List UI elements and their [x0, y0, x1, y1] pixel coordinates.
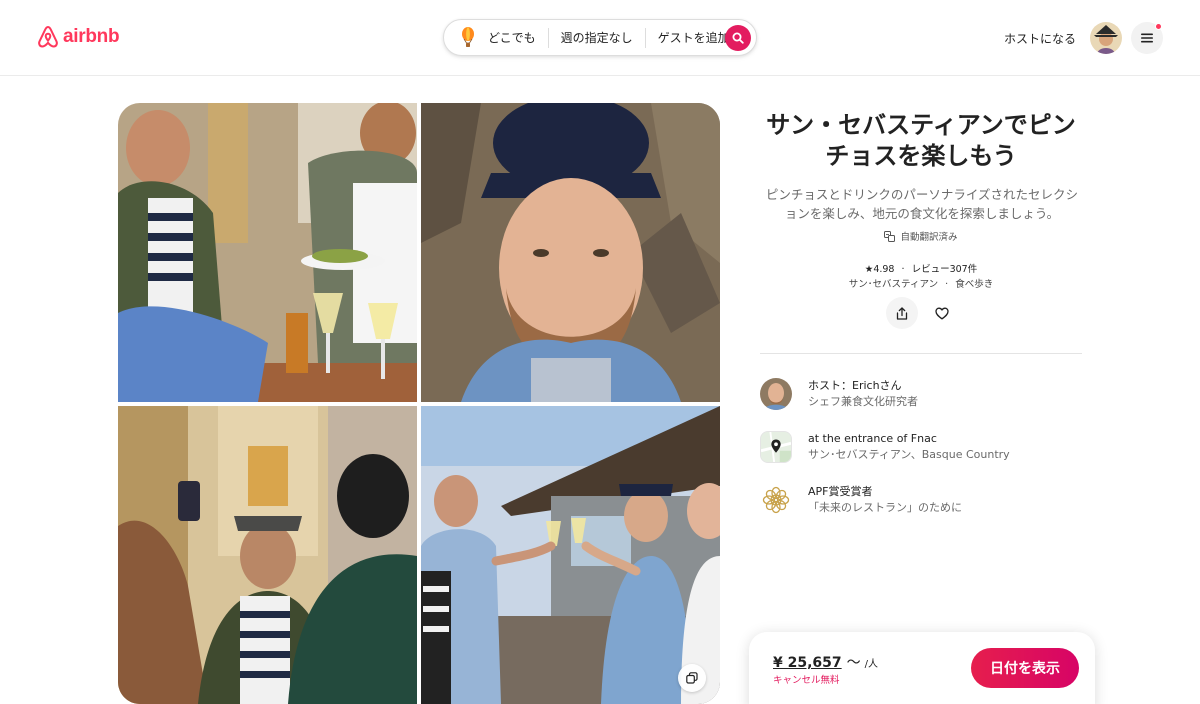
show-dates-button[interactable]: 日付を表示: [971, 648, 1079, 688]
photo-host-on-old-town-street[interactable]: [118, 406, 417, 704]
save-wishlist-button[interactable]: [926, 297, 958, 329]
price-display: ¥ 25,657 〜 /人: [773, 652, 878, 672]
award-emblem-icon: [760, 484, 792, 516]
host-avatar: [760, 378, 792, 410]
meeting-point-row[interactable]: at the entrance of Fnac サン･セバスティアン、Basqu…: [760, 431, 1100, 463]
price-amount[interactable]: ¥ 25,657: [773, 655, 842, 671]
host-role: シェフ兼食文化研究者: [808, 395, 918, 408]
review-count-link[interactable]: レビュー307件: [912, 264, 978, 275]
hot-air-balloon-icon: [458, 26, 478, 50]
auto-translated-notice[interactable]: 自動翻訳済み: [760, 229, 1082, 243]
map-pin-icon: [761, 432, 791, 462]
section-divider: [760, 353, 1082, 354]
rating-value: ★4.98: [864, 264, 895, 275]
auto-translated-label: 自動翻訳済み: [900, 232, 958, 243]
search-when[interactable]: 週の指定なし: [549, 29, 645, 46]
logo-text: airbnb: [63, 26, 120, 47]
meeting-point-name: at the entrance of Fnac: [808, 432, 937, 445]
location-separator: ·: [945, 279, 949, 290]
meeting-point-region: サン･セバスティアン、Basque Country: [808, 448, 1010, 461]
price-range-tilde: 〜: [846, 655, 861, 671]
search-where[interactable]: どこでも: [488, 29, 548, 46]
free-cancellation-label: キャンセル無料: [773, 675, 840, 686]
top-navigation: airbnb どこでも 週の指定なし ゲストを追加 ホストになる: [0, 0, 1200, 76]
share-icon: [896, 306, 908, 320]
heart-icon: [935, 307, 949, 319]
photo-group-toast[interactable]: [421, 406, 720, 704]
user-avatar[interactable]: [1090, 22, 1122, 54]
hamburger-icon: [1141, 33, 1153, 43]
award-row[interactable]: APF賞受賞者 「未来のレストラン」のために: [760, 484, 1100, 516]
search-bar[interactable]: どこでも 週の指定なし ゲストを追加: [443, 19, 757, 56]
map-thumbnail: [760, 431, 792, 463]
photo-gallery: [118, 103, 720, 704]
search-icon: [732, 32, 744, 44]
experience-description: ピンチョスとドリンクのパーソナライズされたセレクションを楽しみ、地元の食文化を探…: [765, 187, 1079, 221]
location-category-line: サン･セバスティアン · 食べ歩き: [760, 276, 1082, 290]
price-per-person: /人: [864, 659, 879, 670]
translate-icon: [884, 230, 896, 242]
photo-host-portrait[interactable]: [421, 103, 720, 402]
award-description: 「未来のレストラン」のために: [808, 501, 962, 514]
main-menu-button[interactable]: [1131, 22, 1163, 54]
share-button[interactable]: [886, 297, 918, 329]
search-button[interactable]: [725, 25, 751, 51]
airbnb-logo[interactable]: airbnb: [37, 25, 120, 49]
rating-separator: ·: [901, 264, 905, 275]
action-buttons: [886, 297, 958, 329]
host-name: ホスト：Erichさん: [808, 379, 902, 392]
category-label[interactable]: 食べ歩き: [955, 279, 993, 290]
become-host-link[interactable]: ホストになる: [1004, 30, 1076, 47]
copy-photos-icon: [686, 672, 698, 684]
experience-title: サン・セバスティアンでピンチョスを楽しもう: [766, 111, 1076, 170]
rating-summary: ★4.98 · レビュー307件: [760, 261, 1082, 275]
city-label[interactable]: サン･セバスティアン: [849, 279, 938, 290]
award-title: APF賞受賞者: [808, 485, 873, 498]
airbnb-belo-icon: [37, 25, 59, 49]
host-row[interactable]: ホスト：Erichさん シェフ兼食文化研究者: [760, 378, 1100, 410]
booking-card: ¥ 25,657 〜 /人 キャンセル無料 日付を表示: [749, 632, 1095, 704]
photo-friends-sharing-pintxos[interactable]: [118, 103, 417, 402]
notification-dot: [1155, 23, 1162, 30]
show-all-photos-button[interactable]: [678, 664, 706, 692]
